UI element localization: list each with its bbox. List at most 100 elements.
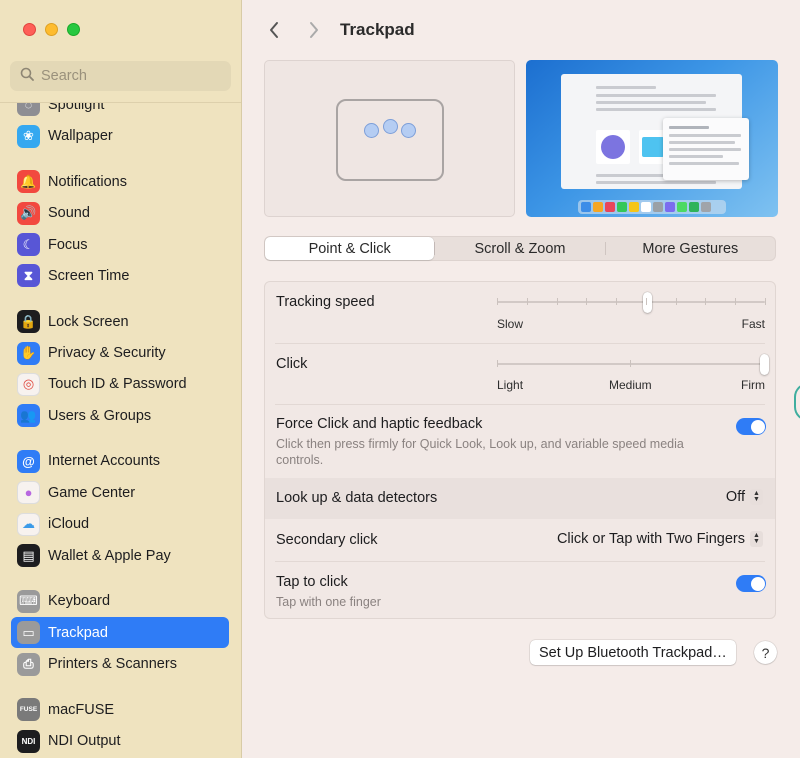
sidebar-item-internet-accounts[interactable]: @ Internet Accounts	[11, 446, 229, 477]
fingerprint-icon: ◎	[17, 372, 40, 396]
tab-scroll-zoom[interactable]: Scroll & Zoom	[435, 237, 604, 260]
sidebar-item-spotlight[interactable]: ◌ Spotlight	[11, 103, 229, 120]
preview-dock	[578, 200, 726, 214]
bell-icon: 🔔	[17, 170, 40, 194]
sidebar-item-label: Sound	[48, 205, 90, 222]
tap-to-click-toggle[interactable]	[736, 575, 766, 592]
sidebar-item-trackpad[interactable]: ▭ Trackpad	[11, 617, 229, 649]
sidebar-item-wallpaper[interactable]: ❀ Wallpaper	[11, 120, 229, 151]
sidebar-item-label: Keyboard	[48, 593, 111, 610]
sidebar-item-notifications[interactable]: 🔔 Notifications	[11, 166, 229, 197]
gesture-preview-screen	[526, 60, 778, 217]
sidebar-section-gap	[0, 571, 241, 585]
tab-point-click[interactable]: Point & Click	[265, 237, 435, 260]
sidebar-item-label: Wallet & Apple Pay	[48, 547, 171, 564]
tracking-speed-label: Tracking speed	[276, 294, 375, 310]
sidebar-item-icloud[interactable]: ☁ iCloud	[11, 509, 229, 540]
chevron-right-icon	[310, 22, 318, 38]
secondary-click-label: Secondary click	[276, 532, 378, 548]
sidebar-item-label: Lock Screen	[48, 313, 129, 330]
setup-bluetooth-trackpad-button[interactable]: Set Up Bluetooth Trackpad…	[530, 640, 736, 665]
tick	[497, 298, 498, 305]
sidebar-item-label: macFUSE	[48, 701, 115, 718]
sidebar-item-users-groups[interactable]: 👥 Users & Groups	[11, 400, 229, 431]
forward-button[interactable]	[304, 19, 324, 41]
sidebar-section-gap	[0, 292, 241, 306]
chevron-up-down-icon: ▲ ▼	[750, 489, 763, 505]
sidebar-item-label: Wallpaper	[48, 128, 113, 145]
look-up-row: Look up & data detectors Off ▲ ▼	[265, 478, 775, 519]
sidebar-item-label: Focus	[48, 236, 88, 253]
secondary-click-row: Secondary click Click or Tap with Two Fi…	[265, 520, 775, 561]
tap-to-click-description: Tap with one finger	[276, 595, 381, 609]
force-click-toggle[interactable]	[736, 418, 766, 435]
secondary-click-popup[interactable]: Click or Tap with Two Fingers ▲ ▼	[557, 531, 763, 547]
sidebar-item-touch-id-password[interactable]: ◎ Touch ID & Password	[11, 369, 229, 400]
tracking-speed-min-label: Slow	[497, 317, 524, 331]
lock-icon: 🔒	[17, 310, 40, 334]
minimize-window-button[interactable]	[45, 23, 58, 36]
printer-icon: ⎙	[17, 652, 40, 676]
search-input[interactable]	[41, 68, 211, 84]
tab-more-gestures[interactable]: More Gestures	[606, 237, 775, 260]
sidebar-section-gap	[0, 680, 241, 694]
sidebar-item-keyboard[interactable]: ⌨ Keyboard	[11, 586, 229, 617]
sidebar-item-label: Game Center	[48, 484, 136, 501]
force-click-row: Force Click and haptic feedback Click th…	[265, 405, 775, 477]
sidebar-item-label: Screen Time	[48, 267, 130, 284]
hourglass-icon: ⧗	[17, 264, 40, 288]
sidebar-item-label: Notifications	[48, 173, 127, 190]
click-row: Click Light Medium Firm	[265, 344, 775, 404]
tracking-speed-slider[interactable]	[497, 301, 765, 303]
sidebar-item-lock-screen[interactable]: 🔒 Lock Screen	[11, 306, 229, 337]
help-button[interactable]: ?	[754, 641, 777, 664]
sidebar-item-ndi-output[interactable]: NDI NDI Output	[11, 726, 229, 757]
edge-indicator	[794, 383, 800, 421]
tick	[675, 298, 677, 305]
tracking-speed-knob[interactable]	[643, 292, 653, 313]
zoom-window-button[interactable]	[67, 23, 80, 36]
speaker-icon: 🔊	[17, 201, 40, 225]
wallet-icon: ▤	[17, 544, 40, 568]
sidebar-item-printers-scanners[interactable]: ⎙ Printers & Scanners	[11, 648, 229, 679]
sidebar-item-macfuse[interactable]: FUSE macFUSE	[11, 694, 229, 725]
sidebar-item-privacy-security[interactable]: ✋ Privacy & Security	[11, 337, 229, 368]
sidebar-item-game-center[interactable]: ● Game Center	[11, 477, 229, 508]
search-field[interactable]	[10, 61, 231, 91]
settings-group: Tracking speed Slow Fast Click Light Med…	[264, 281, 776, 619]
sidebar-item-label: Privacy & Security	[48, 345, 166, 362]
hand-icon: ✋	[17, 341, 40, 365]
sidebar-item-label: Printers & Scanners	[48, 656, 177, 673]
tap-to-click-row: Tap to click Tap with one finger	[265, 562, 775, 618]
page-title: Trackpad	[340, 20, 415, 39]
sidebar-item-screen-time[interactable]: ⧗ Screen Time	[11, 260, 229, 291]
sidebar-item-label: Users & Groups	[48, 407, 152, 424]
close-window-button[interactable]	[23, 23, 36, 36]
sidebar-item-label: Internet Accounts	[48, 453, 161, 470]
tap-to-click-label: Tap to click	[276, 574, 348, 590]
tick	[735, 298, 737, 305]
sidebar-list: ◌ Spotlight ❀ Wallpaper 🔔 Notifications 🔊 Sound…	[0, 102, 241, 758]
look-up-popup[interactable]: Off ▲ ▼	[726, 489, 763, 505]
finger-dot	[383, 119, 398, 134]
click-slider[interactable]	[497, 363, 765, 365]
sidebar-item-sound[interactable]: 🔊 Sound	[11, 197, 229, 228]
click-medium-label: Medium	[609, 378, 652, 392]
moon-icon: ☾	[17, 233, 40, 257]
window-controls	[23, 23, 80, 36]
tick	[586, 298, 588, 305]
click-firm-label: Firm	[741, 378, 765, 392]
sidebar-item-wallet-apple-pay[interactable]: ▤ Wallet & Apple Pay	[11, 540, 229, 571]
tick	[497, 360, 498, 367]
tick	[630, 360, 631, 367]
sidebar-item-focus[interactable]: ☾ Focus	[11, 229, 229, 260]
at-icon: @	[17, 449, 40, 473]
system-settings-window: ◌ Spotlight ❀ Wallpaper 🔔 Notifications 🔊 Sound…	[0, 0, 800, 758]
trackpad-illustration	[336, 99, 444, 181]
tick	[616, 298, 618, 305]
click-knob[interactable]	[760, 354, 769, 375]
tick	[705, 298, 707, 305]
ndi-icon: NDI	[17, 729, 40, 753]
back-button[interactable]	[264, 19, 284, 41]
tab-bar: Point & Click Scroll & Zoom More Gesture…	[264, 236, 776, 261]
